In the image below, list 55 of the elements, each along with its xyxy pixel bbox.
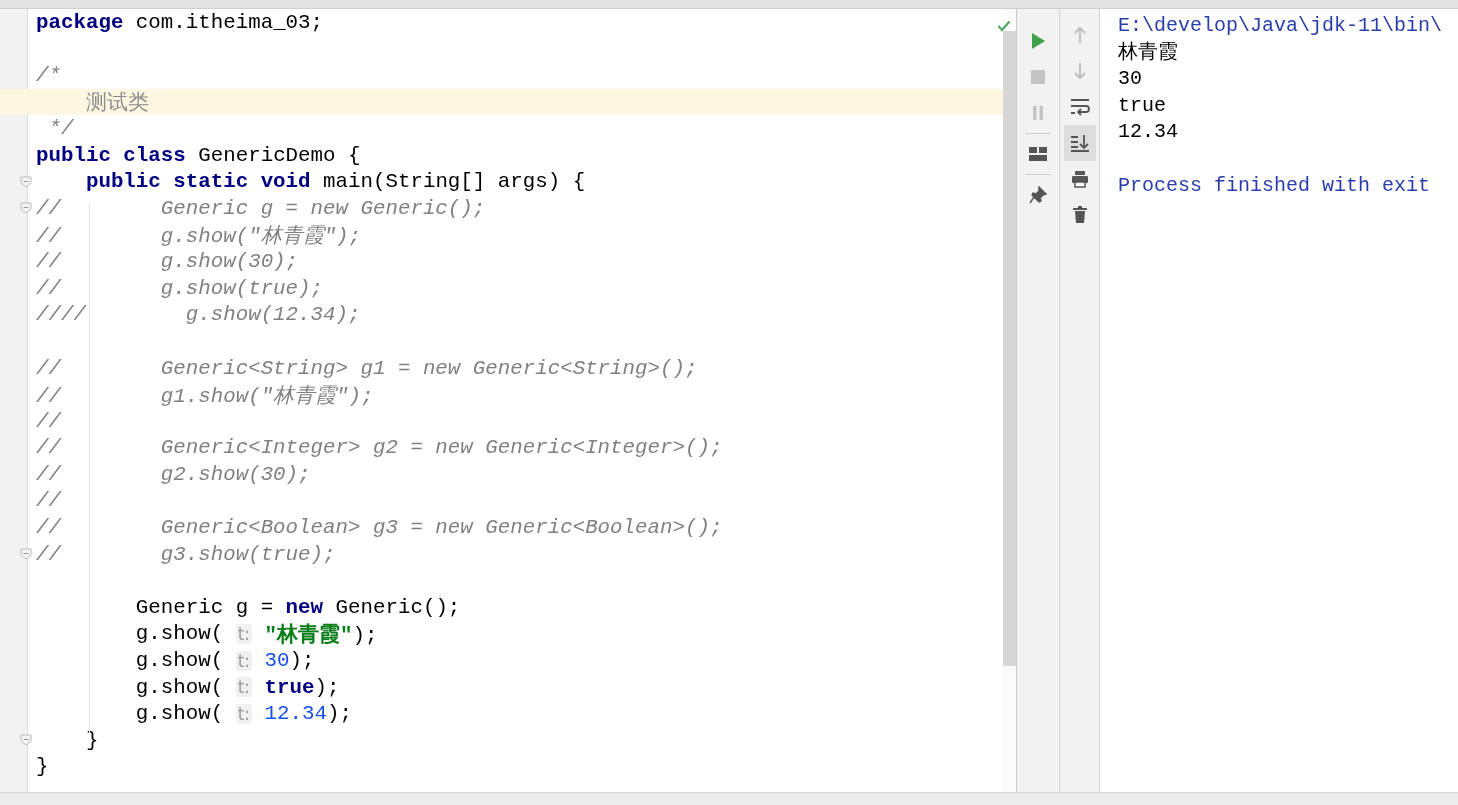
code-text: //// g.show(12.34); [36, 303, 361, 327]
run-icon[interactable] [1030, 32, 1046, 50]
fold-icon[interactable] [20, 548, 32, 561]
fold-icon[interactable] [20, 734, 32, 747]
code-text: // Generic<Integer> g2 = new Generic<Integer>(); [36, 436, 723, 460]
check-icon [997, 20, 1011, 32]
fold-icon[interactable] [20, 175, 32, 188]
console-line: 12.34 [1118, 119, 1179, 146]
printer-icon[interactable] [1070, 170, 1089, 188]
code-text: } [84, 728, 99, 752]
code-text: package com.itheima_03; [36, 10, 324, 34]
pin-icon[interactable] [1029, 186, 1047, 204]
console-line: E:\develop\Java\jdk-11\bin\ [1118, 13, 1444, 39]
console-line: 30 [1118, 66, 1143, 93]
code-text: } [36, 755, 49, 779]
code-text: g.show( [134, 649, 225, 673]
code-text: public class GenericDemo { [36, 143, 361, 167]
soft-wrap-icon[interactable] [1069, 98, 1090, 116]
code-text: // g.show(30); [36, 250, 299, 274]
code-text: /* [36, 64, 61, 87]
code-text: g.show( [134, 702, 225, 726]
code-text: true); [263, 675, 340, 699]
console-line: 林青霞 [1118, 39, 1179, 66]
code-text: g.show( [134, 622, 225, 646]
arrow-down-icon[interactable] [1072, 62, 1087, 80]
layout-icon[interactable] [1028, 146, 1048, 162]
code-text: // Generic<Boolean> g3 = new Generic<Boolean>(); [36, 516, 723, 540]
parameter-hint: t: [235, 703, 253, 724]
code-text: // g.show("林青霞"); [36, 224, 362, 250]
console-line: true [1118, 92, 1167, 119]
scrollbar-thumb[interactable] [1003, 31, 1016, 666]
code-text: // g1.show("林青霞"); [36, 383, 374, 409]
parameter-hint: t: [235, 677, 253, 698]
code-text: Generic g = new Generic(); [134, 595, 461, 619]
code-text: g.show( [134, 675, 225, 699]
console-line: Process finished with exit [1118, 172, 1432, 199]
code-text: */ [47, 117, 74, 141]
code-text: // [36, 409, 61, 433]
code-text: // g2.show(30); [36, 462, 311, 486]
code-text: public static void main(String[] args) { [84, 170, 586, 194]
code-text: // Generic<String> g1 = new Generic<String>(); [36, 356, 698, 380]
parameter-hint: t: [235, 650, 253, 671]
code-text: // Generic g = new Generic(); [36, 196, 486, 220]
code-text: // g3.show(true); [36, 542, 336, 566]
fold-icon[interactable] [20, 202, 32, 215]
code-text: 30); [263, 649, 315, 673]
code-text: // g.show(true); [36, 276, 324, 300]
code-text: 测试类 [84, 90, 149, 117]
arrow-up-icon[interactable] [1072, 26, 1087, 44]
trash-icon[interactable] [1071, 206, 1088, 224]
code-text: // [36, 489, 61, 513]
scroll-to-end-icon[interactable] [1069, 134, 1090, 152]
code-text: "林青霞"); [263, 622, 378, 648]
code-text: 12.34); [263, 702, 352, 726]
parameter-hint: t: [235, 623, 253, 644]
